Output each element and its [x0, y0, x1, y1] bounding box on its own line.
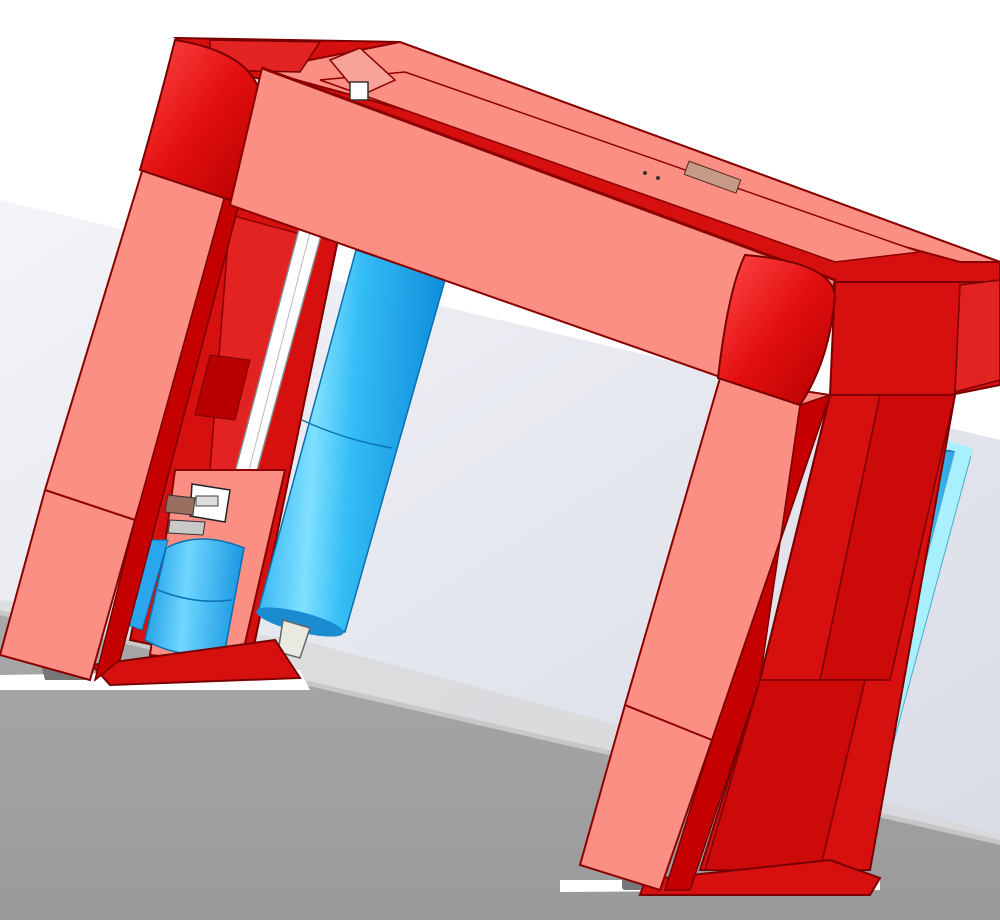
bolt — [643, 171, 647, 175]
gantry-scene — [0, 0, 1000, 920]
right-top-box-side — [954, 279, 1000, 393]
cad-viewport[interactable] — [0, 0, 1000, 920]
bolt — [656, 176, 660, 180]
motor-detail — [195, 495, 219, 507]
motor-shaft-housing — [167, 519, 206, 536]
motor-coupling — [164, 494, 196, 516]
sensor-block — [349, 81, 369, 101]
